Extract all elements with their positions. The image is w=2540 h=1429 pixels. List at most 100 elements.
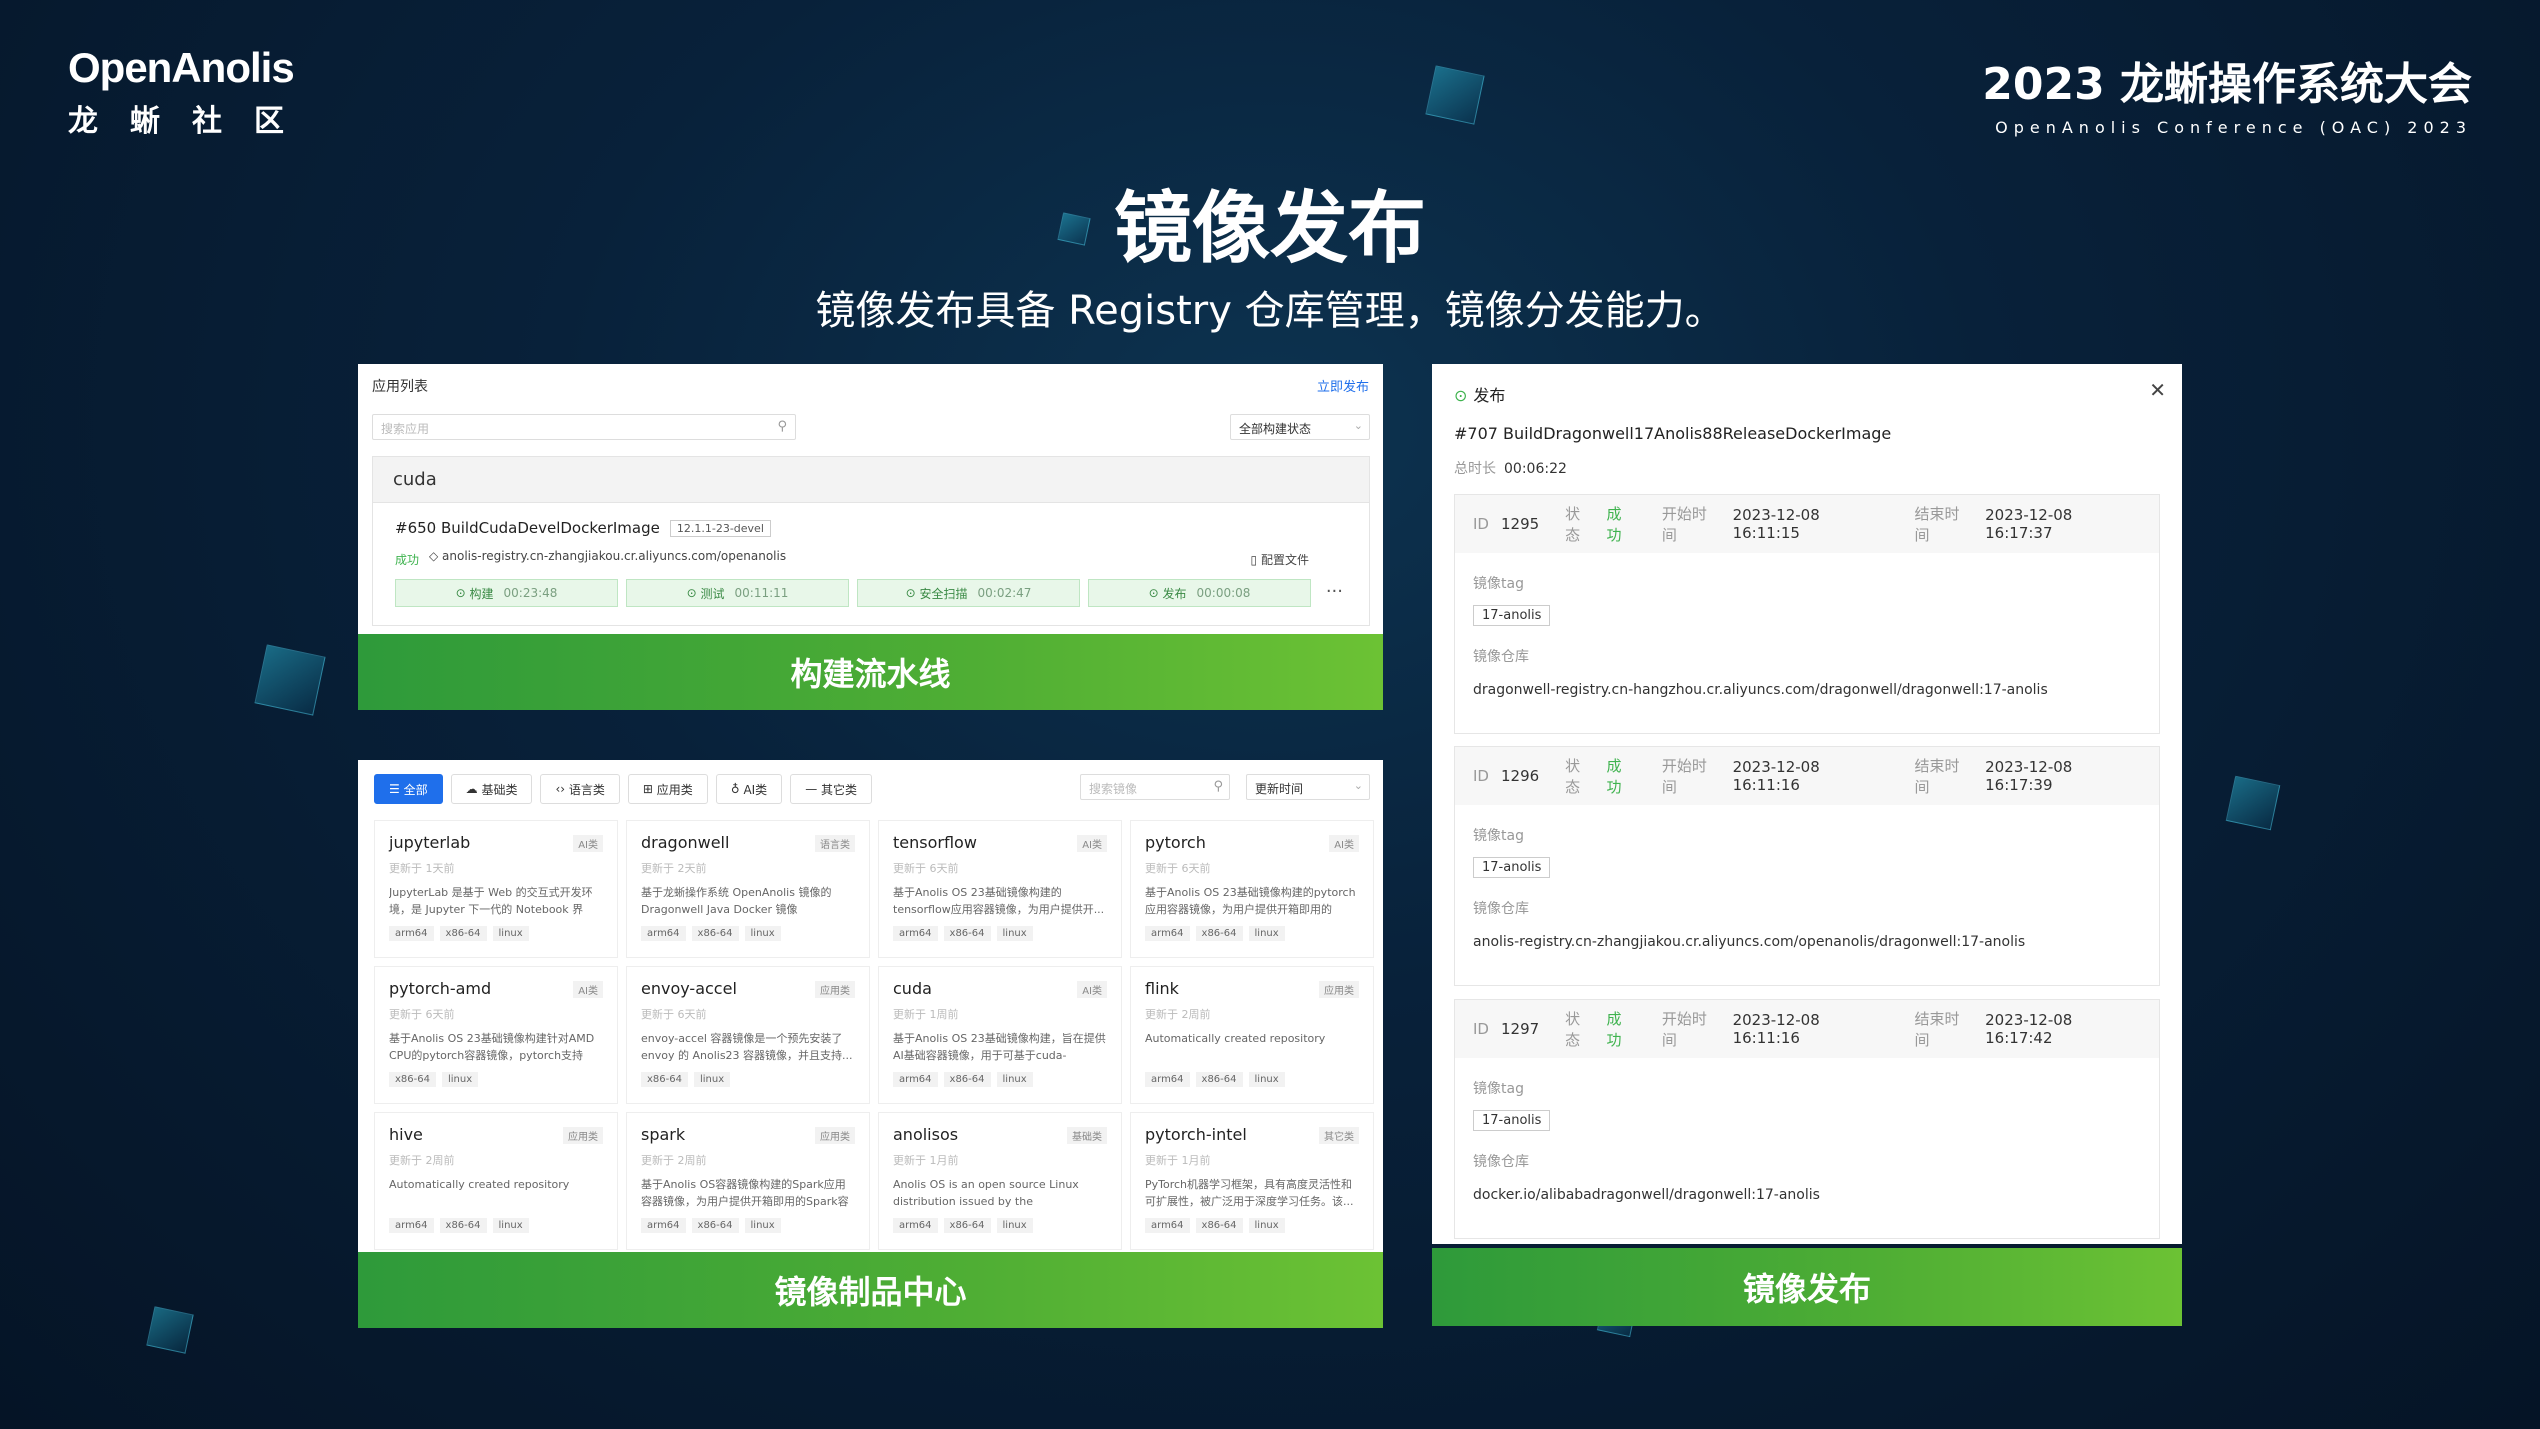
search-placeholder: 搜索镜像: [1089, 782, 1138, 796]
card-updated: 更新于 6天前: [641, 1008, 707, 1021]
tab-other[interactable]: — 其它类: [790, 774, 873, 804]
category-tabs: ☰ 全部 ☁ 基础类 ‹› 语言类 ⊞ 应用类 ♁ AI类 — 其它类: [374, 774, 873, 804]
sort-value: 更新时间: [1255, 782, 1304, 796]
more-icon[interactable]: ···: [1326, 581, 1343, 602]
record-id: 1296: [1500, 767, 1540, 785]
app-name[interactable]: cuda: [373, 457, 1369, 503]
card-description: Automatically created repository: [1145, 1032, 1326, 1045]
card-updated: 更新于 1天前: [389, 862, 455, 875]
check-circle-icon: ⊙: [1148, 586, 1159, 600]
image-card[interactable]: anolisos 基础类 更新于 1月前 Anolis OS is an ope…: [878, 1112, 1122, 1250]
repo-label: 镜像仓库: [1473, 649, 1529, 665]
tag-label: 镜像tag: [1473, 828, 1524, 844]
stage-label: 构建: [469, 586, 494, 601]
arch-tag: x86-64: [943, 926, 991, 941]
record-details: 镜像tag 17-anolis 镜像仓库 anolis-registry.cn-…: [1455, 805, 2159, 966]
arch-tag: x86-64: [943, 1072, 991, 1087]
logo-text: OpenAnolis: [68, 44, 295, 91]
image-card[interactable]: dragonwell 语言类 更新于 2天前 基于龙蜥操作系统 OpenAnol…: [626, 820, 870, 958]
image-card[interactable]: hive 应用类 更新于 2周前 Automatically created r…: [374, 1112, 618, 1250]
image-card[interactable]: cuda AI类 更新于 1周前 基于Anolis OS 23基础镜像构建，旨在…: [878, 966, 1122, 1104]
card-category-badge: AI类: [1329, 835, 1359, 852]
record-start: 2023-12-08 16:11:16: [1732, 758, 1820, 794]
card-category-badge: 其它类: [1319, 1127, 1359, 1144]
record-tag: 17-anolis: [1473, 605, 1551, 626]
config-file-link[interactable]: ▯ 配置文件: [1251, 551, 1309, 568]
app-card: cuda #650 BuildCudaDevelDockerImage 12.1.…: [372, 456, 1370, 626]
arch-tag: linux: [492, 926, 529, 941]
card-arch-tags: arm64 x86-64 linux: [641, 926, 855, 941]
arch-tag: x86-64: [943, 1218, 991, 1233]
arch-tag: arm64: [893, 1218, 938, 1233]
stage-build[interactable]: ⊙ 构建 00:23:48: [395, 579, 618, 607]
tab-label: 语言类: [568, 782, 605, 797]
card-updated: 更新于 1周前: [893, 1008, 959, 1021]
release-panel: ⊙ 发布 ✕ #707 BuildDragonwell17Anolis88Rele…: [1432, 364, 2182, 1244]
image-search-input[interactable]: 搜索镜像 ⚲: [1080, 774, 1230, 800]
stage-time: 00:23:48: [503, 586, 558, 600]
image-card[interactable]: jupyterlab AI类 更新于 1天前 JupyterLab 是基于 We…: [374, 820, 618, 958]
image-card[interactable]: spark 应用类 更新于 2周前 基于Anolis OS容器镜像构建的Spar…: [626, 1112, 870, 1250]
arch-tag: x86-64: [1195, 1072, 1243, 1087]
card-updated: 更新于 6天前: [1145, 862, 1211, 875]
card-category-badge: AI类: [573, 981, 603, 998]
record-end: 2023-12-08 16:17:39: [1985, 758, 2073, 794]
end-label: 结束时间: [1914, 505, 1960, 544]
card-arch-tags: arm64 x86-64 linux: [1145, 926, 1359, 941]
tab-all[interactable]: ☰ 全部: [374, 774, 443, 804]
card-arch-tags: arm64 x86-64 linux: [389, 1218, 603, 1233]
repo-label: 镜像仓库: [1473, 901, 1529, 917]
conference-name: 2023 龙蜥操作系统大会: [1982, 59, 2472, 110]
arch-tag: linux: [996, 1218, 1033, 1233]
arch-tag: arm64: [1145, 926, 1190, 941]
card-name: cuda: [893, 979, 932, 998]
repo-label: 镜像仓库: [1473, 1154, 1529, 1170]
build-status-select[interactable]: 全部构建状态 ⌄: [1230, 414, 1370, 440]
stage-security-scan[interactable]: ⊙ 安全扫描 00:02:47: [857, 579, 1080, 607]
arch-tag: x86-64: [439, 926, 487, 941]
tab-ai[interactable]: ♁ AI类: [715, 774, 783, 804]
tab-label: 全部: [403, 782, 428, 797]
image-card[interactable]: pytorch-amd AI类 更新于 6天前 基于Anolis OS 23基础…: [374, 966, 618, 1104]
image-card[interactable]: pytorch-intel 其它类 更新于 1月前 PyTorch机器学习框架，…: [1130, 1112, 1374, 1250]
image-card[interactable]: pytorch AI类 更新于 6天前 基于Anolis OS 23基础镜像构建…: [1130, 820, 1374, 958]
card-category-badge: 基础类: [1067, 1127, 1107, 1144]
release-record: ID 1295 状态 成功 开始时间 2023-12-08 16:11:15 结…: [1454, 494, 2160, 734]
sort-select[interactable]: 更新时间 ⌄: [1246, 774, 1370, 800]
chevron-down-icon: ⌄: [1353, 419, 1363, 432]
arch-tag: x86-64: [439, 1218, 487, 1233]
card-description: JupyterLab 是基于 Web 的交互式开发环境，是 Jupyter 下一…: [389, 886, 593, 916]
cloud-icon: ☁: [465, 782, 478, 796]
publish-now-link[interactable]: 立即发布: [1317, 376, 1369, 395]
card-updated: 更新于 6天前: [893, 862, 959, 875]
arch-tag: linux: [441, 1072, 479, 1087]
arch-tag: arm64: [641, 1218, 686, 1233]
arch-tag: linux: [996, 1072, 1033, 1087]
close-icon[interactable]: ✕: [2149, 378, 2166, 402]
tab-label: 其它类: [821, 782, 858, 797]
stage-release[interactable]: ⊙ 发布 00:00:08: [1088, 579, 1311, 607]
image-card[interactable]: flink 应用类 更新于 2周前 Automatically created …: [1130, 966, 1374, 1104]
app-search-input[interactable]: 搜索应用 ⚲: [372, 414, 796, 440]
image-card[interactable]: envoy-accel 应用类 更新于 6天前 envoy-accel 容器镜像…: [626, 966, 870, 1104]
duration-value: 00:06:22: [1504, 461, 1567, 477]
tab-base[interactable]: ☁ 基础类: [450, 774, 533, 804]
image-card[interactable]: tensorflow AI类 更新于 6天前 基于Anolis OS 23基础镜…: [878, 820, 1122, 958]
tab-language[interactable]: ‹› 语言类: [540, 774, 620, 804]
release-title: #707 BuildDragonwell17Anolis88ReleaseDoc…: [1454, 424, 1892, 443]
stage-test[interactable]: ⊙ 测试 00:11:11: [626, 579, 849, 607]
card-arch-tags: arm64 x86-64 linux: [893, 1218, 1107, 1233]
tab-app[interactable]: ⊞ 应用类: [627, 774, 708, 804]
record-end: 2023-12-08 16:17:37: [1985, 506, 2073, 542]
build-title[interactable]: #650 BuildCudaDevelDockerImage 12.1.1-23-…: [395, 519, 771, 537]
list-icon: ☰: [389, 782, 400, 796]
card-category-badge: AI类: [1077, 981, 1107, 998]
stage-time: 00:00:08: [1196, 586, 1251, 600]
card-updated: 更新于 2周前: [1145, 1008, 1211, 1021]
logo-subtext: 龙蜥社区: [68, 104, 316, 139]
card-name: tensorflow: [893, 833, 977, 852]
record-repo: anolis-registry.cn-zhangjiakou.cr.aliyun…: [1473, 934, 2026, 950]
tab-label: 应用类: [656, 782, 693, 797]
card-description: 基于Anolis OS 23基础镜像构建，旨在提供AI基础容器镜像，用于可基于c…: [893, 1032, 1106, 1062]
build-name: #650 BuildCudaDevelDockerImage: [395, 519, 660, 537]
